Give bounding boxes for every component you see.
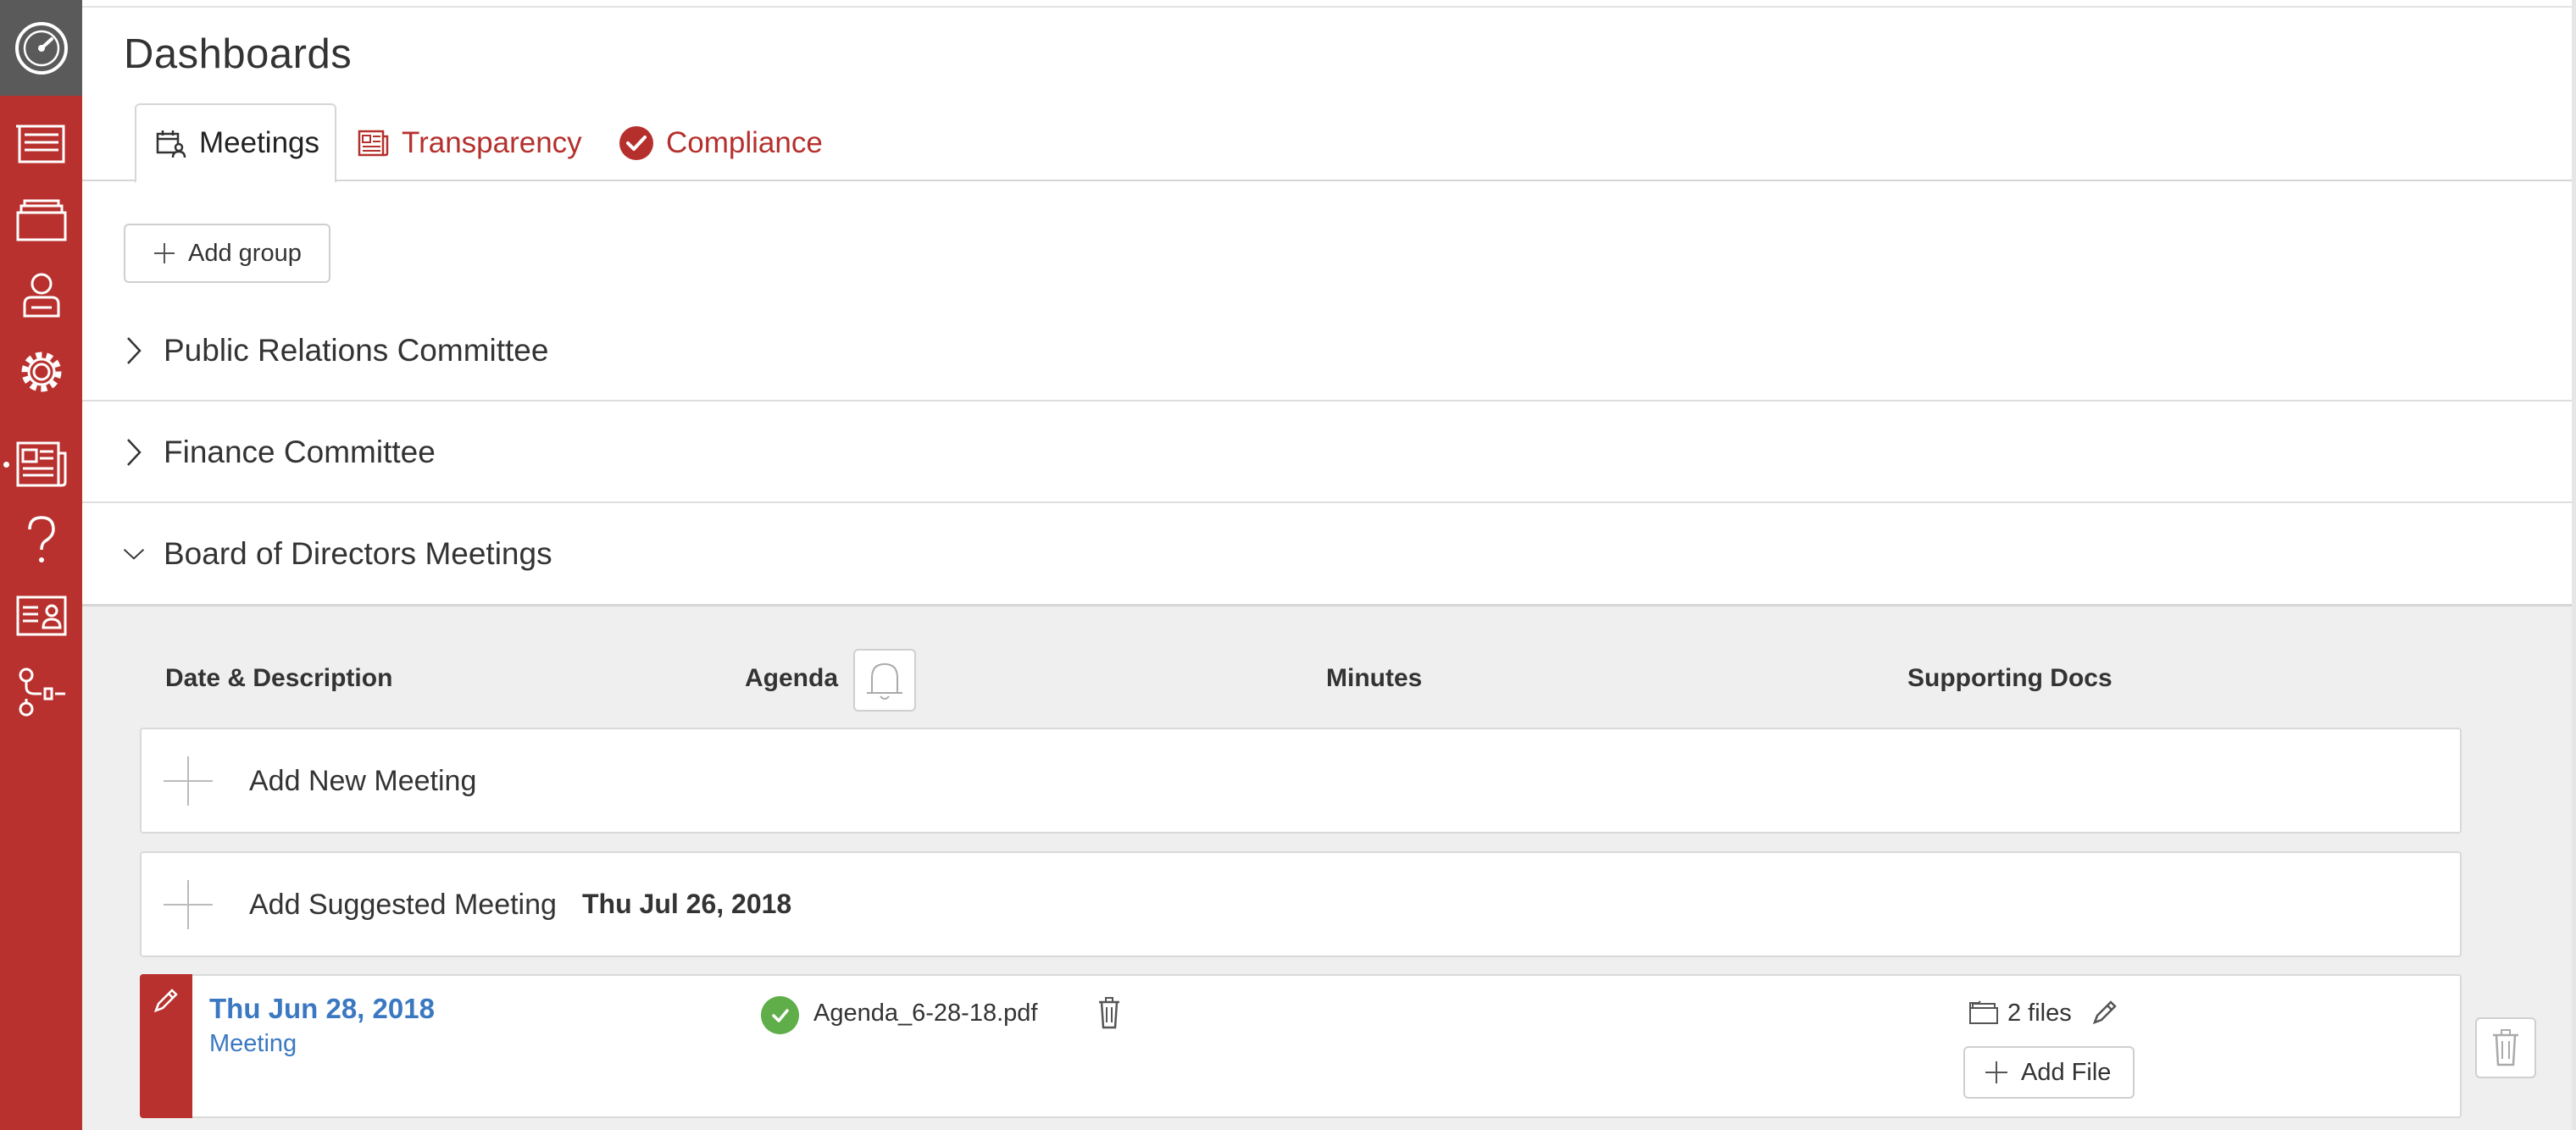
user-icon (23, 273, 59, 318)
meetings-panel: Date & Description Agenda Minutes Suppor… (82, 604, 2572, 1130)
column-header-agenda: Agenda (745, 664, 839, 692)
column-header-date: Date & Description (165, 664, 393, 692)
sidebar-item-transparency[interactable] (0, 424, 82, 503)
list-icon (15, 125, 64, 163)
sidebar (0, 0, 82, 1130)
column-header-docs: Supporting Docs (1907, 664, 2112, 692)
plus-icon (164, 756, 213, 806)
sidebar-item-folders[interactable] (0, 180, 82, 259)
tab-transparency[interactable]: Transparency (358, 103, 582, 183)
tab-meetings[interactable]: Meetings (135, 103, 336, 183)
meeting-type-link[interactable]: Meeting (209, 1030, 297, 1058)
add-group-label: Add group (188, 239, 302, 267)
plus-icon (154, 243, 175, 263)
pencil-icon (153, 989, 178, 1013)
sidebar-item-dashboard[interactable] (0, 0, 82, 96)
folder-icon (1968, 1000, 1999, 1029)
add-file-label: Add File (2021, 1058, 2112, 1086)
sidebar-item-settings[interactable] (0, 332, 82, 412)
tab-meetings-label: Meetings (199, 126, 320, 159)
group-label: Board of Directors Meetings (164, 536, 552, 571)
delete-meeting-button[interactable] (2475, 1017, 2536, 1078)
add-file-button[interactable]: Add File (1963, 1046, 2135, 1099)
add-new-meeting-label: Add New Meeting (249, 765, 477, 797)
add-suggested-meeting-label: Add Suggested Meeting (249, 889, 557, 921)
chevron-right-icon (123, 439, 145, 466)
add-suggested-meeting-row[interactable]: Add Suggested Meeting Thu Jul 26, 2018 (140, 851, 2462, 957)
suggested-date: Thu Jul 26, 2018 (582, 889, 792, 919)
main-content: Dashboards Meetings Transparency Complia… (82, 0, 2576, 1130)
workflow-icon (19, 667, 65, 717)
meetings-icon (156, 130, 186, 158)
sidebar-item-list[interactable] (0, 103, 82, 183)
tab-bar: Meetings Transparency Compliance (82, 103, 2572, 183)
folders-icon (16, 199, 66, 241)
sidebar-item-contacts[interactable] (0, 576, 82, 656)
question-icon (27, 516, 55, 562)
docs-count-link[interactable]: 2 files (2007, 1000, 2072, 1028)
tab-transparency-label: Transparency (402, 126, 582, 159)
check-circle-icon (761, 996, 799, 1034)
contact-card-icon (16, 595, 66, 636)
newspaper-icon (358, 130, 389, 157)
plus-icon (1985, 1061, 2007, 1083)
gear-icon (21, 352, 61, 392)
group-label: Finance Committee (164, 435, 436, 469)
add-group-button[interactable]: Add group (124, 224, 330, 283)
scrollbar-track[interactable] (2572, 0, 2576, 1130)
meeting-row: Thu Jun 28, 2018 Meeting Agenda_6-28-18.… (140, 974, 2462, 1118)
tab-compliance-label: Compliance (666, 126, 823, 159)
page-title: Dashboards (124, 31, 353, 77)
check-circle-icon (619, 126, 653, 160)
chevron-right-icon (123, 337, 145, 364)
meeting-date-link[interactable]: Thu Jun 28, 2018 (209, 993, 435, 1025)
tab-compliance[interactable]: Compliance (619, 103, 823, 183)
agenda-notify-button[interactable] (853, 649, 916, 712)
sidebar-item-workflow[interactable] (0, 652, 82, 732)
edit-meeting-button[interactable] (140, 974, 192, 1118)
agenda-file-link[interactable]: Agenda_6-28-18.pdf (813, 1000, 1037, 1028)
column-header-minutes: Minutes (1326, 664, 1423, 692)
group-board-of-directors[interactable]: Board of Directors Meetings (82, 503, 2572, 605)
top-divider (82, 6, 2576, 8)
sidebar-item-users[interactable] (0, 256, 82, 335)
newspaper-icon (16, 441, 66, 487)
plus-icon (164, 880, 213, 929)
sidebar-item-help[interactable] (0, 500, 82, 579)
group-label: Public Relations Committee (164, 333, 549, 368)
chevron-down-icon (123, 541, 145, 567)
group-public-relations[interactable]: Public Relations Committee (82, 300, 2572, 402)
dashboard-gauge-icon (14, 21, 68, 75)
bell-icon (867, 662, 902, 700)
trash-icon (2493, 1029, 2518, 1066)
add-new-meeting-row[interactable]: Add New Meeting (140, 728, 2462, 834)
pencil-icon[interactable] (2090, 998, 2119, 1031)
group-finance[interactable]: Finance Committee (82, 402, 2572, 503)
trash-icon[interactable] (1097, 996, 1121, 1034)
